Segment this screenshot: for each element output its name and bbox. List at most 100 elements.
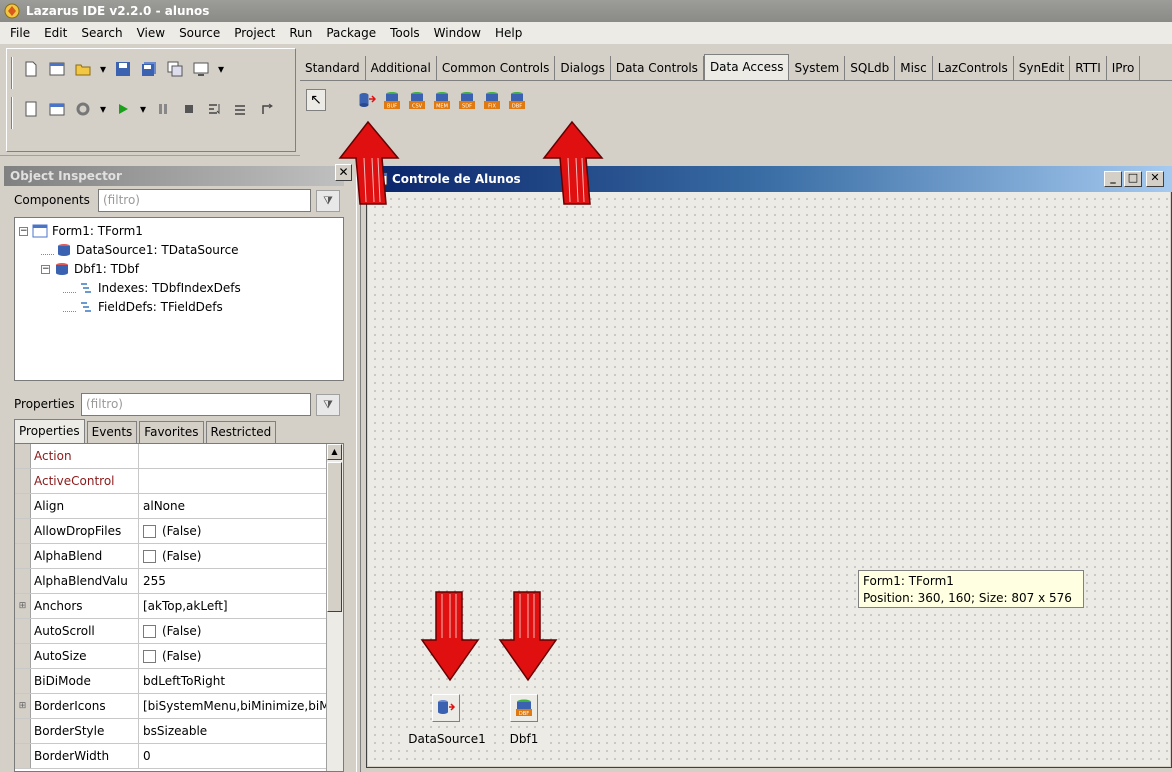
- close-button[interactable]: ✕: [1146, 171, 1164, 187]
- minimize-button[interactable]: _: [1104, 171, 1122, 187]
- property-row[interactable]: Align alNone: [15, 494, 327, 519]
- stop-icon[interactable]: [179, 99, 199, 119]
- menu-window[interactable]: Window: [428, 22, 489, 44]
- property-value[interactable]: alNone: [139, 494, 327, 518]
- property-value[interactable]: [biSystemMenu,biMinimize,biMax: [139, 694, 327, 718]
- palette-tab-additional[interactable]: Additional: [365, 56, 437, 80]
- dbf1-component[interactable]: DBF: [510, 694, 538, 722]
- property-value[interactable]: 0: [139, 744, 327, 768]
- property-row[interactable]: Action: [15, 444, 327, 469]
- property-value[interactable]: bsSizeable: [139, 719, 327, 743]
- form-design-canvas[interactable]: [368, 192, 1170, 766]
- toggle-form-unit-icon[interactable]: [165, 59, 185, 79]
- selection-tool-icon[interactable]: ↖: [306, 89, 326, 111]
- tbufdataset-icon[interactable]: BUF: [383, 91, 401, 111]
- view-forms-dropdown-icon[interactable]: ▾: [217, 59, 225, 79]
- tfixedformatdataset-icon[interactable]: FIX: [483, 91, 501, 111]
- build-mode-icon[interactable]: [73, 99, 93, 119]
- property-value[interactable]: [akTop,akLeft]: [139, 594, 327, 618]
- property-row[interactable]: AllowDropFiles (False): [15, 519, 327, 544]
- property-row[interactable]: ⊞ BorderIcons [biSystemMenu,biMinimize,biM…: [15, 694, 327, 719]
- maximize-button[interactable]: □: [1124, 171, 1142, 187]
- menu-view[interactable]: View: [131, 22, 173, 44]
- build-mode-dropdown-icon[interactable]: ▾: [99, 99, 107, 119]
- palette-tab-data-controls[interactable]: Data Controls: [610, 56, 704, 80]
- components-filter-clear-icon[interactable]: ⧩: [316, 190, 340, 212]
- view-form-icon[interactable]: [47, 99, 67, 119]
- lazarus-app-icon[interactable]: [4, 3, 21, 19]
- property-checkbox[interactable]: [143, 549, 156, 563]
- step-over-icon[interactable]: [231, 99, 251, 119]
- menu-search[interactable]: Search: [75, 22, 130, 44]
- palette-tab-common-controls[interactable]: Common Controls: [436, 56, 556, 80]
- property-row[interactable]: AlphaBlend (False): [15, 544, 327, 569]
- open-dropdown-icon[interactable]: ▾: [99, 59, 107, 79]
- properties-filter-clear-icon[interactable]: ⧩: [316, 394, 340, 416]
- save-all-icon[interactable]: [139, 59, 159, 79]
- tmemdataset-icon[interactable]: MEM: [433, 91, 451, 111]
- property-value[interactable]: bdLeftToRight: [139, 669, 327, 693]
- property-row[interactable]: AutoSize (False): [15, 644, 327, 669]
- splitter[interactable]: [356, 156, 361, 772]
- new-form-icon[interactable]: [47, 59, 67, 79]
- property-value[interactable]: 255: [139, 569, 327, 593]
- menu-package[interactable]: Package: [320, 22, 384, 44]
- pause-icon[interactable]: [153, 99, 173, 119]
- menu-file[interactable]: File: [4, 22, 38, 44]
- palette-tab-standard[interactable]: Standard: [300, 56, 366, 80]
- tree-node[interactable]: Indexes: TDbfIndexDefs: [63, 279, 241, 297]
- palette-tab-system[interactable]: System: [789, 56, 846, 80]
- tree-node[interactable]: − Dbf1: TDbf: [41, 260, 139, 278]
- step-into-icon[interactable]: [205, 99, 225, 119]
- open-icon[interactable]: [73, 59, 93, 79]
- run-dropdown-icon[interactable]: ▾: [139, 99, 147, 119]
- property-checkbox[interactable]: [143, 524, 156, 538]
- menu-run[interactable]: Run: [283, 22, 320, 44]
- property-value[interactable]: (False): [139, 619, 327, 643]
- tdbf-icon[interactable]: DBF: [508, 91, 526, 111]
- property-grid-scrollbar[interactable]: ▲: [326, 444, 343, 771]
- view-forms-icon[interactable]: [191, 59, 211, 79]
- run-icon[interactable]: [113, 99, 133, 119]
- new-unit-icon[interactable]: [21, 59, 41, 79]
- palette-tab-synedit[interactable]: SynEdit: [1013, 56, 1071, 80]
- property-checkbox[interactable]: [143, 624, 156, 638]
- scroll-thumb[interactable]: [327, 462, 342, 612]
- palette-tab-rtti[interactable]: RTTI: [1070, 56, 1107, 80]
- datasource1-component[interactable]: [432, 694, 460, 722]
- property-row[interactable]: ActiveControl: [15, 469, 327, 494]
- palette-tab-data-access[interactable]: Data Access: [703, 54, 790, 80]
- property-row[interactable]: BorderStyle bsSizeable: [15, 719, 327, 744]
- palette-tab-dialogs[interactable]: Dialogs: [555, 56, 611, 80]
- property-value[interactable]: [139, 469, 327, 493]
- property-tab-events[interactable]: Events: [86, 421, 138, 443]
- property-row[interactable]: BorderWidth 0: [15, 744, 327, 769]
- property-row[interactable]: AlphaBlendValu 255: [15, 569, 327, 594]
- tree-node[interactable]: − Form1: TForm1: [19, 222, 143, 240]
- palette-tab-lazcontrols[interactable]: LazControls: [932, 56, 1014, 80]
- property-checkbox[interactable]: [143, 649, 156, 663]
- tree-node[interactable]: DataSource1: TDataSource: [41, 241, 239, 259]
- property-value[interactable]: [139, 444, 327, 468]
- property-tab-favorites[interactable]: Favorites: [139, 421, 204, 443]
- menu-project[interactable]: Project: [228, 22, 283, 44]
- palette-tab-misc[interactable]: Misc: [895, 56, 933, 80]
- menu-source[interactable]: Source: [173, 22, 228, 44]
- tdatasource-icon[interactable]: [358, 91, 377, 111]
- tree-node[interactable]: FieldDefs: TFieldDefs: [63, 298, 223, 316]
- step-out-icon[interactable]: [257, 99, 277, 119]
- menu-help[interactable]: Help: [489, 22, 530, 44]
- tcsvdataset-icon[interactable]: CSV: [408, 91, 426, 111]
- property-value[interactable]: (False): [139, 519, 327, 543]
- palette-tab-ipro[interactable]: IPro: [1106, 56, 1141, 80]
- property-row[interactable]: AutoScroll (False): [15, 619, 327, 644]
- property-row[interactable]: ⊞ Anchors [akTop,akLeft]: [15, 594, 327, 619]
- tsdfdataset-icon[interactable]: SDF: [458, 91, 476, 111]
- menu-edit[interactable]: Edit: [38, 22, 75, 44]
- scroll-up-icon[interactable]: ▲: [327, 444, 342, 460]
- tree-collapse-icon[interactable]: −: [41, 264, 50, 274]
- expand-icon[interactable]: ⊞: [15, 594, 31, 618]
- properties-filter-input[interactable]: (filtro): [81, 393, 311, 416]
- save-icon[interactable]: [113, 59, 133, 79]
- expand-icon[interactable]: ⊞: [15, 694, 31, 718]
